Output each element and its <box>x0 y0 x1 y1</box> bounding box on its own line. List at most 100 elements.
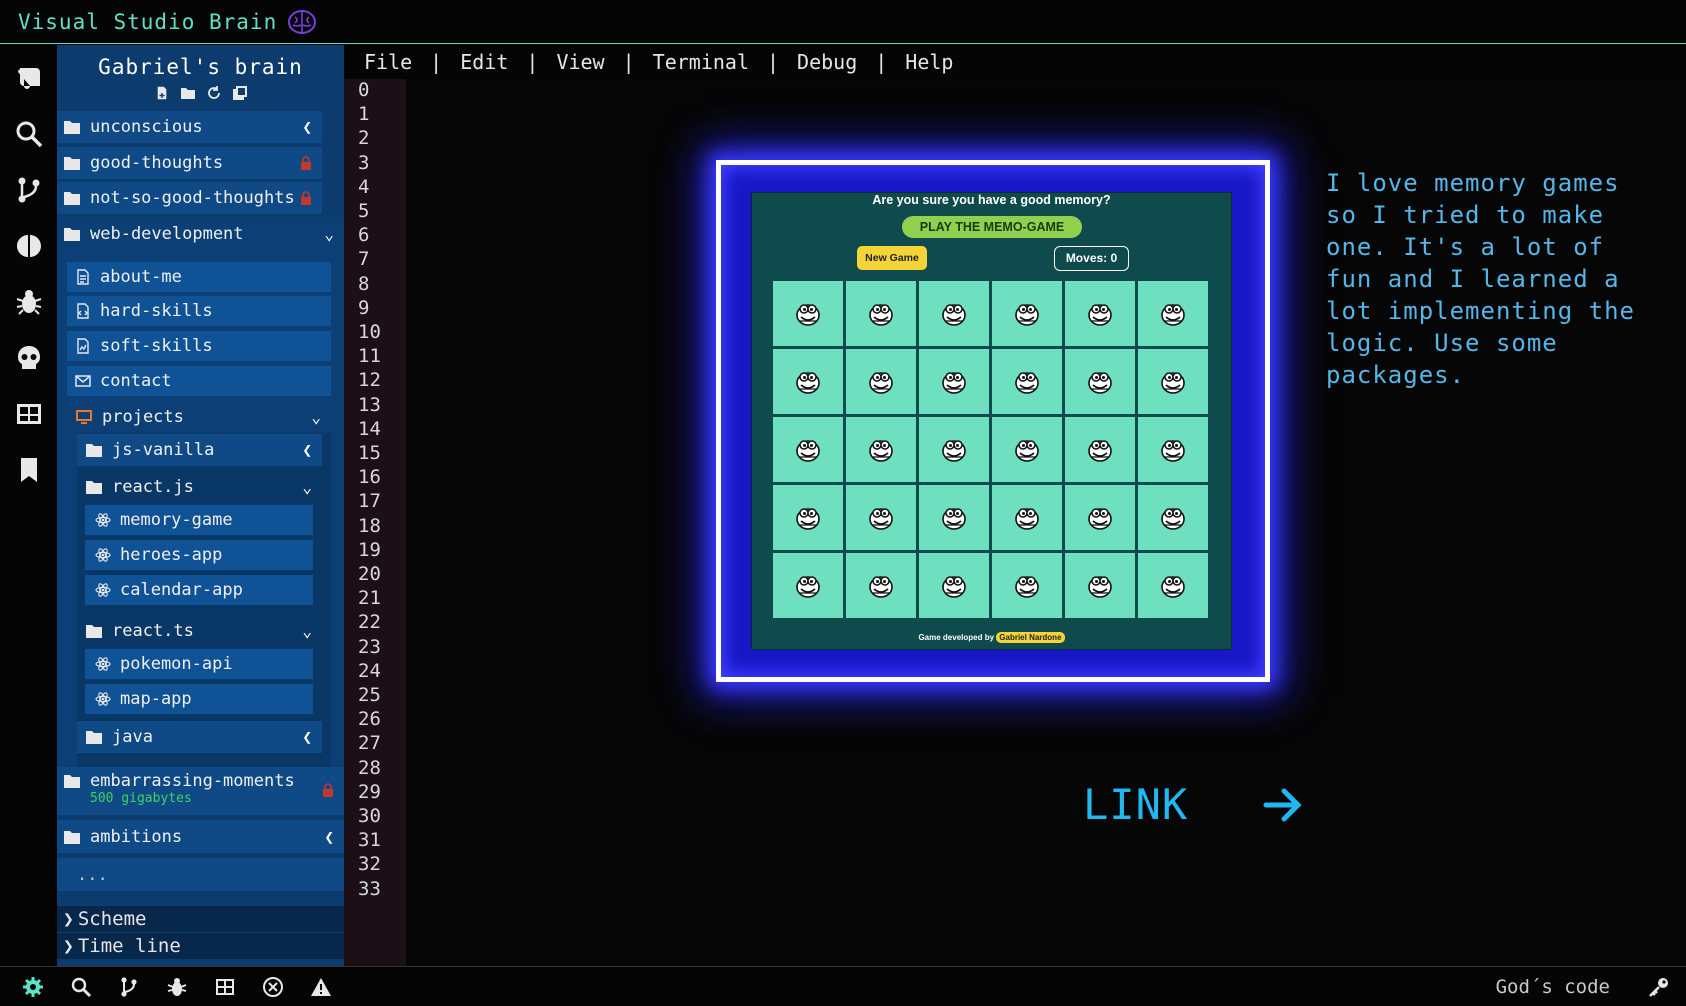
chevron-down-icon[interactable]: ⌄ <box>311 408 321 427</box>
file-heroes-app[interactable]: heroes-app <box>85 540 313 570</box>
memory-card[interactable] <box>773 485 843 550</box>
memory-card[interactable] <box>846 485 916 550</box>
menu-debug[interactable]: Debug <box>797 50 857 74</box>
memory-card[interactable] <box>1138 417 1208 482</box>
folder-embarrassing-moments[interactable]: embarrassing-moments 500 gigabytes <box>57 767 344 815</box>
file-contact[interactable]: contact <box>67 366 331 396</box>
memory-card[interactable] <box>1065 485 1135 550</box>
folder-good-thoughts[interactable]: good-thoughts <box>57 147 322 179</box>
memory-card[interactable] <box>919 485 989 550</box>
line-number: 25 <box>358 684 381 706</box>
chevron-down-icon[interactable]: ⌄ <box>302 622 312 641</box>
memory-card[interactable] <box>1138 485 1208 550</box>
new-game-button[interactable]: New Game <box>857 246 927 270</box>
folder-more[interactable]: ... <box>57 858 344 891</box>
bug-icon[interactable] <box>12 285 46 319</box>
skull-icon[interactable] <box>12 341 46 375</box>
menu-view[interactable]: View <box>556 50 604 74</box>
search-icon[interactable] <box>70 976 92 998</box>
file-memory-game[interactable]: memory-game <box>85 505 313 535</box>
memory-card[interactable] <box>992 553 1062 618</box>
memory-card[interactable] <box>1138 553 1208 618</box>
memory-card[interactable] <box>846 417 916 482</box>
memory-card[interactable] <box>1065 281 1135 346</box>
memory-card[interactable] <box>846 281 916 346</box>
folder-projects[interactable]: projects ⌄ <box>67 401 331 433</box>
menu-terminal[interactable]: Terminal <box>653 50 749 74</box>
app-title: Visual Studio Brain <box>18 9 278 34</box>
project-link[interactable]: LINK <box>1083 780 1304 829</box>
new-folder-icon[interactable] <box>180 85 196 101</box>
chevron-left-icon[interactable]: ❮ <box>324 827 334 846</box>
refresh-icon[interactable] <box>206 85 222 101</box>
folder-ambitions[interactable]: ambitions ❮ <box>57 820 344 853</box>
bookmark-icon[interactable] <box>12 453 46 487</box>
chevron-down-icon[interactable]: ⌄ <box>302 478 312 497</box>
file-hard-skills[interactable]: hard-skills <box>67 296 331 326</box>
game-preview[interactable]: Are you sure you have a good memory? PLA… <box>751 192 1232 650</box>
memory-card[interactable] <box>919 417 989 482</box>
sidebar-tools <box>57 85 344 101</box>
memory-card[interactable] <box>773 417 843 482</box>
file-about-me[interactable]: about-me <box>67 262 331 292</box>
memory-card[interactable] <box>992 417 1062 482</box>
source-control-icon[interactable] <box>12 173 46 207</box>
memory-card[interactable] <box>846 553 916 618</box>
memory-card[interactable] <box>1138 349 1208 414</box>
folder-label: js-vanilla <box>112 440 215 460</box>
folder-react-js[interactable]: react.js ⌄ <box>77 470 322 504</box>
game-credit: Game developed by Gabriel Nardone <box>752 632 1231 643</box>
explorer-icon[interactable] <box>12 61 46 95</box>
memory-card[interactable] <box>773 553 843 618</box>
memory-card[interactable] <box>846 349 916 414</box>
menu-help[interactable]: Help <box>905 50 953 74</box>
face-icon <box>796 575 820 598</box>
chevron-left-icon[interactable]: ❮ <box>302 441 312 460</box>
folder-unconscious[interactable]: unconscious ❮ <box>57 111 322 143</box>
memory-card[interactable] <box>1138 281 1208 346</box>
new-file-icon[interactable] <box>154 85 170 101</box>
section-time-line[interactable]: ❯ Time line <box>57 932 344 959</box>
folder-open-icon <box>86 625 102 638</box>
memory-card[interactable] <box>1065 553 1135 618</box>
file-map-app[interactable]: map-app <box>85 684 313 714</box>
memory-card[interactable] <box>773 281 843 346</box>
section-scheme[interactable]: ❯ Scheme <box>57 905 344 932</box>
grid-icon[interactable] <box>12 397 46 431</box>
memory-card[interactable] <box>992 485 1062 550</box>
folder-js-vanilla[interactable]: js-vanilla ❮ <box>77 434 322 466</box>
memory-card[interactable] <box>919 349 989 414</box>
menu-file[interactable]: File <box>364 50 412 74</box>
memory-card[interactable] <box>1065 417 1135 482</box>
brain-title: Gabriel's brain <box>98 55 303 79</box>
memory-card[interactable] <box>992 349 1062 414</box>
search-icon[interactable] <box>12 117 46 151</box>
memory-card[interactable] <box>773 349 843 414</box>
folder-web-development[interactable]: web-development ⌄ <box>57 217 344 250</box>
file-soft-skills[interactable]: soft-skills <box>67 331 331 361</box>
memory-card[interactable] <box>992 281 1062 346</box>
source-control-icon[interactable] <box>118 976 140 998</box>
collapse-icon[interactable] <box>232 85 248 101</box>
folder-not-so-good-thoughts[interactable]: not-so-good-thoughts <box>57 182 322 214</box>
menu-edit[interactable]: Edit <box>460 50 508 74</box>
chevron-left-icon[interactable]: ❮ <box>302 118 312 137</box>
close-circle-icon[interactable] <box>262 976 284 998</box>
project-description: I love memory games so I tried to make o… <box>1326 169 1635 389</box>
memory-card[interactable] <box>1065 349 1135 414</box>
brain-icon[interactable] <box>12 229 46 263</box>
grid-icon[interactable] <box>214 976 236 998</box>
key-icon[interactable] <box>1648 976 1670 998</box>
folder-java[interactable]: java ❮ <box>77 721 322 753</box>
chevron-down-icon[interactable]: ⌄ <box>324 224 334 243</box>
bug-icon[interactable] <box>166 976 188 998</box>
file-pokemon-api[interactable]: pokemon-api <box>85 649 313 679</box>
chevron-left-icon[interactable]: ❮ <box>302 728 312 747</box>
face-icon <box>1161 507 1185 530</box>
gear-icon[interactable] <box>22 976 44 998</box>
memory-card[interactable] <box>919 553 989 618</box>
file-calendar-app[interactable]: calendar-app <box>85 575 313 605</box>
folder-react-ts[interactable]: react.ts ⌄ <box>77 614 322 648</box>
warning-icon[interactable] <box>310 976 332 998</box>
memory-card[interactable] <box>919 281 989 346</box>
